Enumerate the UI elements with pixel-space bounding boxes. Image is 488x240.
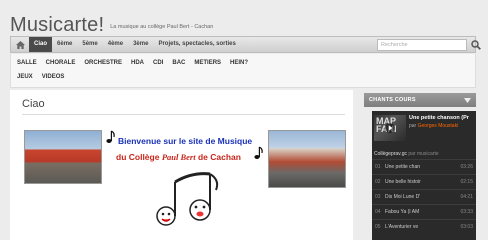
subnav-item-hein[interactable]: HEIN? (230, 60, 248, 66)
welcome-line-2-prefix: du Collège (116, 152, 162, 162)
school-photo-left (24, 130, 102, 184)
now-playing-artist: par Georges Moustaki (409, 123, 458, 129)
track-row[interactable]: 03 Dis Moi Lune D' 04:21 (372, 189, 476, 204)
track-title: Fabou Ya (I AM (385, 209, 420, 215)
sidebar-widget-title: CHANTS COURS (369, 97, 416, 103)
track-title: Une belle histoir (385, 179, 421, 185)
school-photo-right (268, 130, 346, 188)
artist-prefix: par (409, 123, 418, 129)
welcome-school-name: Paul Bert (161, 152, 196, 162)
track-row[interactable]: 05 L'Aventurier ve 03:03 (372, 219, 476, 234)
post-title: Ciao (22, 98, 45, 110)
uploader-suffix: par musicarte (406, 151, 439, 157)
subnav-item-cdi[interactable]: CDI (153, 60, 163, 66)
site-title[interactable]: Musicarte! (10, 14, 104, 36)
home-icon[interactable] (11, 37, 29, 52)
nav-item-4eme[interactable]: 4ème (103, 37, 128, 52)
track-number: 01 (375, 164, 381, 170)
track-title: Dis Moi Lune D' (385, 194, 421, 200)
track-list: 01 Une petite chan 03:26 02 Une belle histo… (372, 159, 476, 234)
nav-item-6eme[interactable]: 6ème (52, 37, 77, 52)
track-row[interactable]: 02 Une belle histoir 02:15 (372, 174, 476, 189)
audio-player: MAP FANI Une petite chanson (Pr par Geor… (372, 111, 476, 240)
uploader-name[interactable]: Collègeprav.gc (374, 151, 407, 157)
welcome-line-2-suffix: de Cachan (195, 152, 241, 162)
post-divider (22, 114, 345, 115)
subnav-item-orchestre[interactable]: ORCHESTRE (84, 60, 122, 66)
chevron-down-icon[interactable] (464, 97, 471, 103)
playlist-uploader: Collègeprav.gc par musicarte (374, 151, 439, 157)
track-number: 03 (375, 194, 381, 200)
track-duration: 04:21 (460, 194, 473, 200)
main-navbar: Ciao 6ème 5ème 4ème 3ème Projets, specta… (10, 36, 481, 53)
track-duration: 03:03 (460, 224, 473, 230)
sidebar-widget-header[interactable]: CHANTS COURS (364, 93, 476, 107)
welcome-line-1: Bienvenue sur le site de Musique (118, 136, 253, 146)
track-number: 02 (375, 179, 381, 185)
site-header: Musicarte! La musique au collège Paul Be… (10, 10, 213, 36)
subnav-item-salle[interactable]: SALLE (17, 60, 37, 66)
track-number: 05 (375, 224, 381, 230)
nav-item-ciao[interactable]: Ciao (29, 37, 53, 52)
subnav-item-bac[interactable]: BAC (172, 60, 185, 66)
album-cover: MAP FANI (374, 115, 406, 141)
sidebar: CHANTS COURS MAP FANI Une petite chanson… (364, 93, 476, 240)
play-icon[interactable] (385, 123, 395, 133)
track-duration: 03:26 (460, 164, 473, 170)
subnav-item-jeux[interactable]: JEUX (17, 74, 33, 80)
main-content: Ciao Bienvenue sur le site de Musique du… (10, 90, 353, 240)
artist-link[interactable]: Georges Moustaki (418, 123, 459, 129)
sub-navbar: SALLE CHORALE ORCHESTRE HDA CDI BAC METI… (10, 54, 476, 88)
track-row[interactable]: 01 Une petite chan 03:26 (372, 159, 476, 174)
singing-notes-illustration (156, 172, 219, 226)
music-note-icon (254, 146, 263, 159)
now-playing-title[interactable]: Une petite chanson (Pr (409, 115, 469, 121)
nav-item-3eme[interactable]: 3ème (128, 37, 153, 52)
track-duration: 03:33 (460, 209, 473, 215)
subnav-item-metiers[interactable]: METIERS (194, 60, 221, 66)
track-title: Une petite chan (385, 164, 421, 170)
welcome-line-2: du Collège Paul Bert de Cachan (116, 152, 241, 162)
track-duration: 02:15 (460, 179, 473, 185)
search-icon[interactable] (469, 38, 483, 52)
nav-item-projets[interactable]: Projets, spectacles, sorties (153, 37, 240, 52)
search-input[interactable]: Recherche (377, 39, 467, 51)
subnav-item-videos[interactable]: VIDEOS (42, 74, 65, 80)
track-row[interactable]: 04 Fabou Ya (I AM 03:33 (372, 204, 476, 219)
nav-item-5eme[interactable]: 5ème (77, 37, 102, 52)
subnav-item-hda[interactable]: HDA (131, 60, 144, 66)
subnav-item-chorale[interactable]: CHORALE (46, 60, 76, 66)
track-title: L'Aventurier ve (385, 224, 419, 230)
site-tagline: La musique au collège Paul Bert - Cachan (110, 24, 214, 30)
track-number: 04 (375, 209, 381, 215)
music-note-icon (106, 130, 115, 143)
